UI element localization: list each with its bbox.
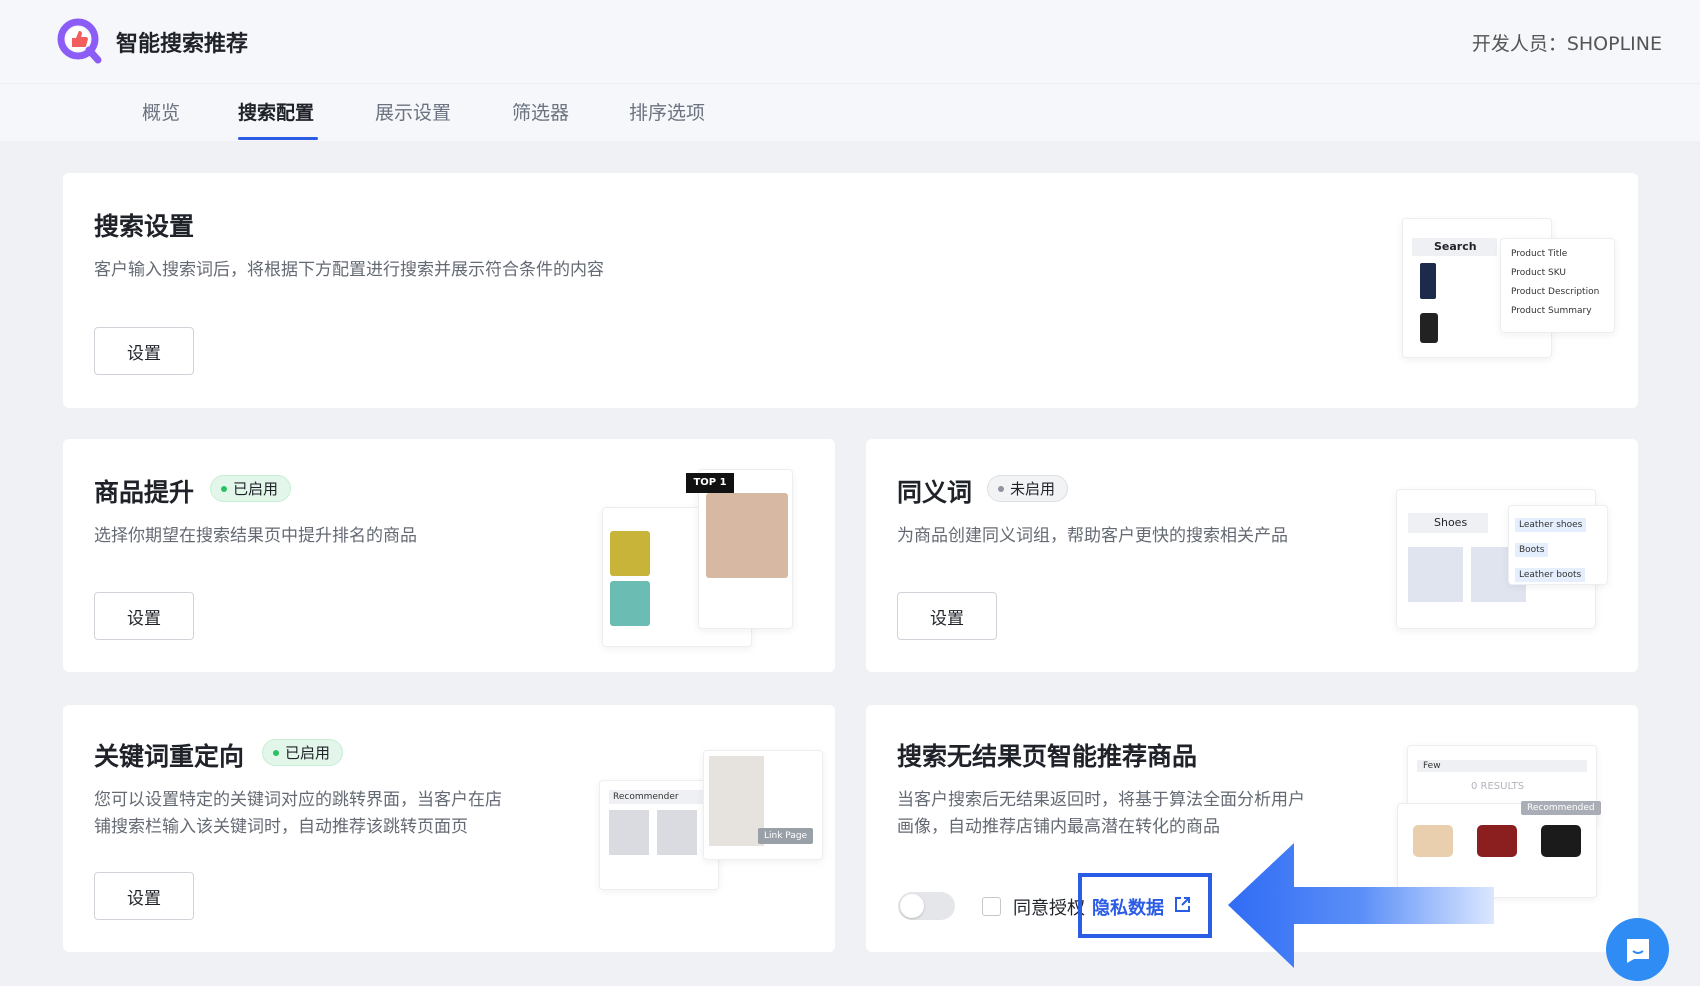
consent-label: 同意授权 — [1013, 898, 1085, 919]
keyword-redirect-illustration: Recommender Link Page — [593, 750, 833, 900]
card-title: 商品提升 — [94, 478, 195, 507]
card-description: 客户输入搜索词后，将根据下方配置进行搜索并展示符合条件的内容 — [94, 260, 604, 280]
card-description-line-2: 画像，自动推荐店铺内最高潜在转化的商品 — [897, 817, 1220, 837]
status-badge: 未启用 — [987, 475, 1069, 502]
tab-filters[interactable]: 筛选器 — [512, 98, 569, 125]
product-boost-card: 商品提升 已启用 选择你期望在搜索结果页中提升排名的商品 设置 TOP 1 — [63, 439, 835, 672]
tab-search-config[interactable]: 搜索配置 — [238, 98, 314, 125]
card-title: 关键词重定向 — [94, 742, 245, 771]
app-header: 智能搜索推荐 开发人员：SHOPLINE — [0, 0, 1700, 84]
status-badge: 已启用 — [262, 739, 344, 766]
app-title: 智能搜索推荐 — [116, 32, 249, 57]
tab-sort-options[interactable]: 排序选项 — [629, 98, 705, 125]
card-title: 搜索设置 — [94, 212, 195, 241]
highlight-box — [1078, 873, 1212, 938]
card-description-line-1: 您可以设置特定的关键词对应的跳转界面，当客户在店 — [94, 790, 502, 810]
card-description: 为商品创建同义词组，帮助客户更快的搜索相关产品 — [897, 526, 1288, 546]
synonyms-illustration: Shoes Leather shoes Boots Leather boots — [1396, 489, 1626, 629]
card-title: 搜索无结果页智能推荐商品 — [897, 742, 1198, 771]
card-description: 选择你期望在搜索结果页中提升排名的商品 — [94, 526, 417, 546]
pants-image — [1420, 263, 1436, 299]
tab-overview[interactable]: 概览 — [142, 98, 180, 125]
tab-display-settings[interactable]: 展示设置 — [375, 98, 451, 125]
synonyms-card: 同义词 未启用 为商品创建同义词组，帮助客户更快的搜索相关产品 设置 Shoes… — [866, 439, 1638, 672]
card-title: 同义词 — [897, 478, 973, 507]
product-boost-illustration: TOP 1 — [598, 469, 828, 659]
active-tab-indicator — [238, 137, 318, 140]
synonyms-button[interactable]: 设置 — [897, 592, 997, 640]
card-description-line-1: 当客户搜索后无结果返回时，将基于算法全面分析用户 — [897, 790, 1305, 810]
developer-label: 开发人员：SHOPLINE — [1471, 33, 1662, 55]
consent-checkbox[interactable] — [982, 897, 1001, 916]
chat-icon — [1626, 938, 1649, 963]
boots-image — [1420, 313, 1438, 343]
keyword-redirect-card: 关键词重定向 已启用 您可以设置特定的关键词对应的跳转界面，当客户在店 铺搜索栏… — [63, 705, 835, 952]
tab-bar: 概览 搜索配置 展示设置 筛选器 排序选项 — [0, 84, 1700, 141]
search-settings-button[interactable]: 设置 — [94, 327, 194, 375]
search-settings-card: 搜索设置 客户输入搜索词后，将根据下方配置进行搜索并展示符合条件的内容 设置 S… — [63, 173, 1638, 408]
card-description-line-2: 铺搜索栏输入该关键词时，自动推荐该跳转页面页 — [94, 817, 468, 837]
product-boost-button[interactable]: 设置 — [94, 592, 194, 640]
app-logo-icon — [57, 18, 103, 64]
keyword-redirect-button[interactable]: 设置 — [94, 872, 194, 920]
search-settings-illustration: Search Product Title Product SKU Product… — [1390, 218, 1620, 368]
feature-toggle[interactable] — [898, 892, 955, 920]
status-badge: 已启用 — [210, 475, 292, 502]
pointer-arrow-icon — [1228, 843, 1496, 968]
chat-support-button[interactable] — [1606, 918, 1669, 981]
